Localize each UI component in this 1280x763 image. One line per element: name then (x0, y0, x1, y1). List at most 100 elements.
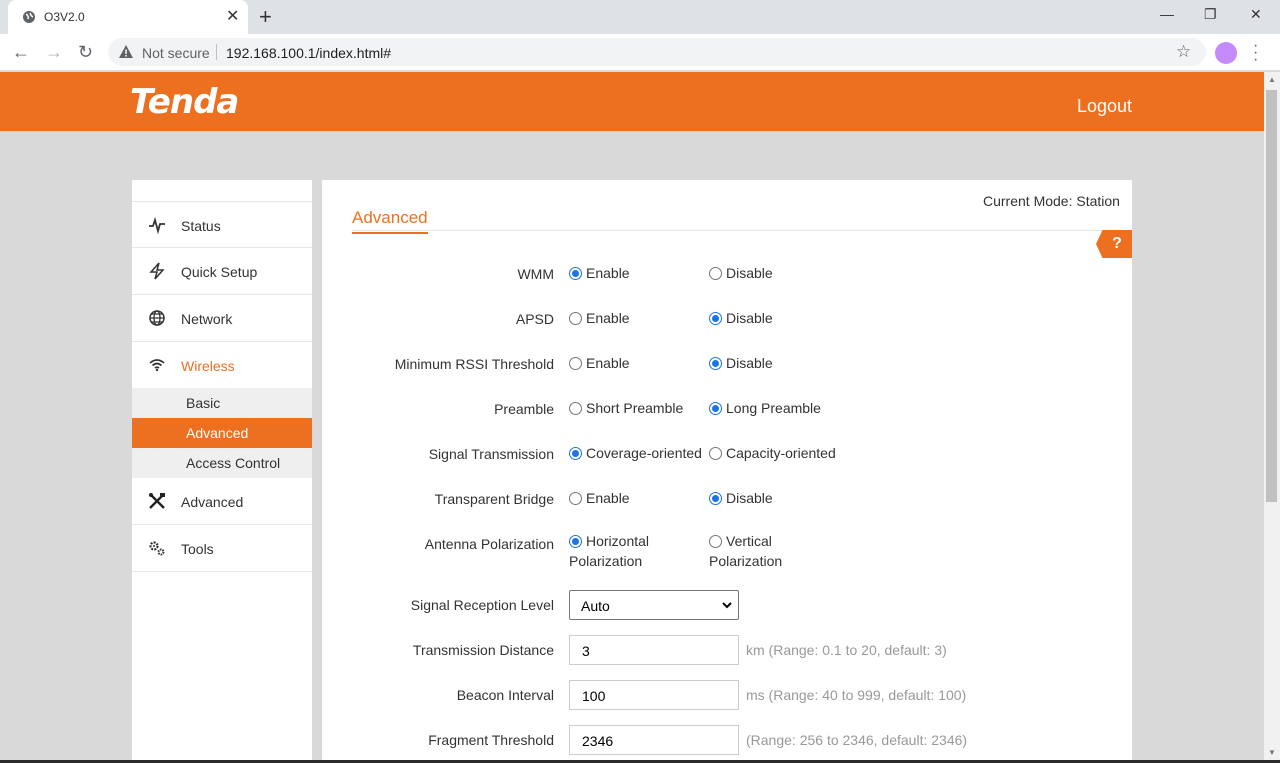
radio-indicator (709, 267, 722, 280)
signal-transmission-label: Signal Transmission (428, 446, 554, 462)
new-tab-button[interactable]: + (259, 4, 272, 30)
transmission-distance-input[interactable]: 3 (569, 635, 739, 665)
radio-indicator (569, 492, 582, 505)
wmm-disable-radio[interactable]: Disable (709, 265, 773, 281)
sidebar-subitem-advanced[interactable]: Advanced (132, 418, 312, 448)
radio-indicator (709, 492, 722, 505)
sidebar-subitem-label: Access Control (186, 455, 281, 471)
minimize-button[interactable]: — (1160, 6, 1174, 22)
transmission-distance-hint: km (Range: 0.1 to 20, default: 3) (746, 642, 947, 658)
short-preamble-radio[interactable]: Short Preamble (569, 400, 683, 416)
radio-indicator (709, 535, 722, 548)
content-panel: Current Mode: Station Advanced ? WMM Ena… (322, 180, 1132, 763)
sidebar-item-label: Status (181, 218, 221, 234)
wmm-enable-radio[interactable]: Enable (569, 265, 630, 281)
restore-button[interactable]: ❐ (1204, 6, 1217, 23)
help-button[interactable]: ? (1096, 230, 1132, 258)
router-page: Tenda Logout Status Quick Setup Network … (0, 72, 1264, 763)
wmm-label: WMM (517, 266, 554, 282)
capacity-oriented-radio[interactable]: Capacity-oriented (709, 445, 836, 461)
apsd-label: APSD (515, 311, 554, 327)
sidebar-subitem-access-control[interactable]: Access Control (132, 448, 312, 478)
option-label: Vertical (726, 533, 772, 549)
page-scrollbar[interactable]: ▲ ▼ (1264, 72, 1280, 763)
profile-avatar[interactable] (1215, 42, 1237, 64)
bridge-disable-radio[interactable]: Disable (709, 490, 773, 506)
long-preamble-radio[interactable]: Long Preamble (709, 400, 821, 416)
option-label: Capacity-oriented (726, 445, 836, 461)
radio-indicator (709, 312, 722, 325)
fragment-threshold-input[interactable]: 2346 (569, 725, 739, 755)
option-label: Polarization (569, 553, 643, 569)
globe-icon (149, 310, 165, 326)
option-label: Enable (586, 310, 630, 326)
option-label: Disable (726, 310, 773, 326)
logout-link[interactable]: Logout (1077, 96, 1132, 117)
scrollbar-thumb[interactable] (1266, 90, 1277, 502)
chevron-down-icon (722, 602, 732, 609)
browser-menu-icon[interactable]: · · · (1253, 38, 1258, 68)
signal-reception-select[interactable]: Auto (569, 590, 739, 620)
address-bar[interactable]: Not secure 192.168.100.1/index.html# ☆ (108, 38, 1206, 66)
transparent-bridge-label: Transparent Bridge (434, 491, 554, 507)
reload-button[interactable]: ↻ (78, 42, 93, 63)
tenda-logo: Tenda (130, 82, 239, 122)
browser-tab[interactable]: O3V2.0 ✕ (8, 0, 248, 34)
sidebar-item-status[interactable]: Status (132, 201, 312, 248)
window-close-button[interactable]: ✕ (1250, 6, 1262, 23)
option-label: Long Preamble (726, 400, 821, 416)
sidebar-item-tools[interactable]: Tools (132, 525, 312, 572)
sidebar-subitem-basic[interactable]: Basic (132, 388, 312, 418)
option-label: Disable (726, 355, 773, 371)
beacon-interval-input[interactable]: 100 (569, 680, 739, 710)
signal-reception-label: Signal Reception Level (410, 597, 554, 613)
url-text[interactable]: 192.168.100.1/index.html# (226, 45, 391, 61)
sidebar-item-label: Network (181, 311, 233, 327)
radio-indicator (569, 312, 582, 325)
sidebar-item-quick-setup[interactable]: Quick Setup (132, 248, 312, 295)
rssi-threshold-label: Minimum RSSI Threshold (394, 356, 554, 372)
transmission-distance-label: Transmission Distance (412, 642, 554, 658)
sidebar-item-network[interactable]: Network (132, 295, 312, 342)
page-header: Tenda Logout (0, 72, 1264, 131)
warning-icon (119, 45, 133, 58)
sidebar-item-advanced[interactable]: Advanced (132, 478, 312, 525)
apsd-enable-radio[interactable]: Enable (569, 310, 630, 326)
tab-close-icon[interactable]: ✕ (226, 6, 239, 26)
sidebar-subitem-label: Advanced (186, 425, 249, 441)
divider (216, 44, 217, 60)
security-label[interactable]: Not secure (142, 45, 210, 61)
bridge-enable-radio[interactable]: Enable (569, 490, 630, 506)
gears-icon (149, 541, 165, 556)
fragment-threshold-hint: (Range: 256 to 2346, default: 2346) (746, 732, 968, 748)
option-label: Polarization (709, 553, 783, 569)
scroll-up-icon[interactable]: ▲ (1268, 75, 1276, 84)
coverage-oriented-radio[interactable]: Coverage-oriented (569, 445, 702, 461)
back-button[interactable]: ← (12, 42, 30, 63)
rssi-disable-radio[interactable]: Disable (709, 355, 773, 371)
activity-icon (149, 216, 165, 234)
sidebar-item-label: Quick Setup (181, 264, 258, 280)
browser-tab-bar: O3V2.0 ✕ + — ❐ ✕ (0, 0, 1280, 34)
vertical-polarization-radio[interactable]: Vertical Polarization (709, 531, 782, 571)
wifi-icon (149, 359, 165, 372)
option-label: Enable (586, 355, 630, 371)
apsd-disable-radio[interactable]: Disable (709, 310, 773, 326)
option-label: Enable (586, 265, 630, 281)
radio-indicator (569, 357, 582, 370)
bookmark-star-icon[interactable]: ☆ (1176, 42, 1191, 62)
horizontal-polarization-radio[interactable]: Horizontal Polarization (569, 531, 649, 571)
radio-indicator (709, 357, 722, 370)
beacon-interval-hint: ms (Range: 40 to 999, default: 100) (746, 687, 967, 703)
select-value: Auto (581, 598, 610, 614)
divider (352, 230, 1132, 231)
beacon-interval-label: Beacon Interval (456, 687, 554, 703)
scroll-down-icon[interactable]: ▼ (1268, 748, 1276, 757)
radio-indicator (569, 267, 582, 280)
rssi-enable-radio[interactable]: Enable (569, 355, 630, 371)
lightning-icon (149, 262, 165, 280)
browser-toolbar: ← → ↻ Not secure 192.168.100.1/index.htm… (0, 34, 1280, 71)
sidebar-item-wireless[interactable]: Wireless (132, 342, 312, 389)
help-label: ? (1112, 235, 1122, 252)
forward-button[interactable]: → (45, 42, 63, 63)
